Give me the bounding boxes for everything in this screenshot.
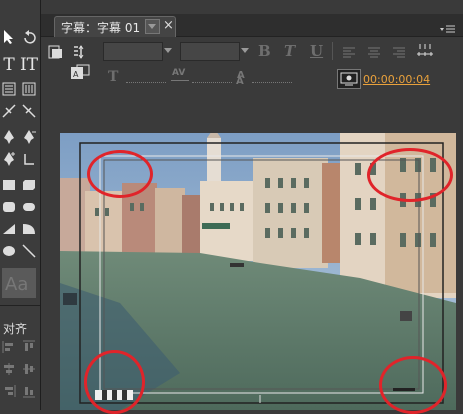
font-family-dropdown[interactable] xyxy=(103,42,163,61)
convert-anchor-tool-icon[interactable] xyxy=(20,150,38,168)
underline-button[interactable]: U xyxy=(310,42,323,60)
rounded-corner-rectangle-tool-icon[interactable] xyxy=(0,198,18,216)
line-tool-icon[interactable] xyxy=(20,242,38,260)
add-anchor-tool-icon[interactable] xyxy=(0,150,18,168)
font-size-icon: T xyxy=(108,69,119,85)
title-based-on-current-icon[interactable] xyxy=(48,44,64,63)
vertical-area-type-tool-icon[interactable] xyxy=(20,80,38,98)
annotation-circle-top-left xyxy=(87,150,153,198)
svg-text:A: A xyxy=(73,70,79,79)
tab-close-button[interactable]: × xyxy=(163,18,174,33)
kerning-value[interactable] xyxy=(192,82,232,83)
align-text-center-icon[interactable] xyxy=(367,44,381,63)
annotation-circle-top-right xyxy=(367,148,453,202)
font-style-dropdown[interactable] xyxy=(180,42,240,61)
align-text-right-icon[interactable] xyxy=(392,44,406,63)
selection-tool-icon[interactable] xyxy=(0,28,18,46)
arc-tool-icon[interactable] xyxy=(20,220,38,238)
ellipse-tool-icon[interactable] xyxy=(0,242,18,260)
align-bottom-icon[interactable] xyxy=(20,382,38,400)
baseline-icon: A xyxy=(236,76,244,87)
type-tool-icon[interactable]: T xyxy=(0,55,18,75)
tools-panel: T IT Aa 对齐 xyxy=(0,0,41,410)
templates-icon[interactable]: A xyxy=(70,64,90,84)
font-size-value[interactable] xyxy=(126,82,166,83)
video-monitor-icon xyxy=(340,72,358,86)
roll-crawl-options-icon[interactable] xyxy=(73,44,89,63)
align-panel-label: 对齐 xyxy=(3,322,28,336)
panel-menu-icon[interactable] xyxy=(440,20,456,39)
align-right-icon[interactable] xyxy=(0,382,18,400)
leading-value[interactable] xyxy=(252,82,292,83)
bold-button[interactable]: B xyxy=(258,42,271,60)
vertical-type-tool-icon[interactable]: IT xyxy=(20,55,38,75)
wedge-tool-icon[interactable] xyxy=(0,220,18,238)
show-background-video-button[interactable] xyxy=(337,69,361,89)
path-type-tool-icon[interactable] xyxy=(0,102,18,120)
tab-stops-icon[interactable] xyxy=(416,42,434,62)
delete-anchor-tool-icon[interactable] xyxy=(20,128,38,146)
style-preview-thumbnail: Aa xyxy=(2,268,36,298)
annotation-circle-bottom-right xyxy=(379,356,447,414)
rotate-tool-icon[interactable] xyxy=(20,28,38,46)
chevron-down-icon xyxy=(241,48,249,53)
kerning-icon: AV xyxy=(172,68,186,78)
align-top-icon[interactable] xyxy=(20,338,38,356)
baseline-label: A xyxy=(236,76,244,87)
italic-button[interactable]: T xyxy=(284,42,295,60)
annotation-circle-bottom-left xyxy=(84,350,145,414)
clipped-rectangle-tool-icon[interactable] xyxy=(20,176,38,194)
svg-text:Aa: Aa xyxy=(5,274,28,295)
rectangle-tool-icon[interactable] xyxy=(0,176,18,194)
align-center-horizontal-icon[interactable] xyxy=(0,360,18,378)
vertical-path-type-tool-icon[interactable] xyxy=(20,102,38,120)
pen-tool-icon[interactable] xyxy=(0,128,18,146)
background-video-timecode[interactable]: 00:00:00:04 xyxy=(363,73,430,86)
chevron-down-icon xyxy=(148,24,156,29)
rounded-rectangle-tool-icon[interactable] xyxy=(20,198,38,216)
tab-title: 字幕：字幕 01 xyxy=(61,21,141,35)
tab-dropdown-button[interactable] xyxy=(145,19,160,34)
align-left-icon[interactable] xyxy=(0,338,18,356)
chevron-down-icon xyxy=(164,48,172,53)
align-text-left-icon[interactable] xyxy=(342,44,356,63)
area-type-tool-icon[interactable] xyxy=(0,80,18,98)
align-center-vertical-icon[interactable] xyxy=(20,360,38,378)
